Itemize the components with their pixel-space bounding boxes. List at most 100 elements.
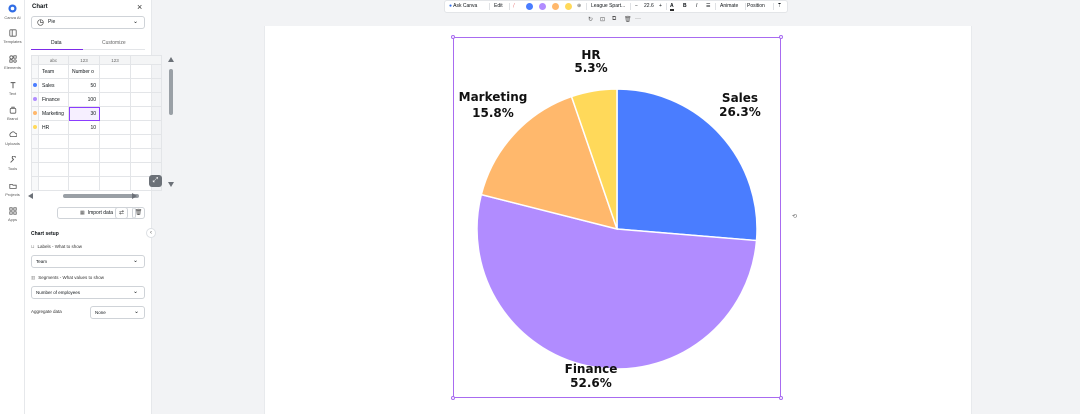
table-cell[interactable] (130, 134, 162, 149)
table-cell[interactable] (130, 148, 162, 163)
scroll-left-icon[interactable] (28, 193, 33, 199)
chart-type-select[interactable]: Pie ⌄ (31, 16, 145, 29)
tab-customize[interactable]: Customize (102, 40, 126, 46)
table-cell[interactable]: HR (38, 120, 69, 135)
ask-canva-button[interactable]: ● Ask Canva (449, 1, 477, 12)
table-cell[interactable] (130, 78, 162, 93)
labels-setting-label: ⊔ Labels - What to show (31, 244, 82, 250)
color-swatch[interactable] (526, 3, 533, 10)
table-cell[interactable] (38, 148, 69, 163)
position-button[interactable]: Position (747, 1, 765, 12)
color-swatch[interactable] (565, 3, 572, 10)
color-swatch[interactable] (539, 3, 546, 10)
table-cell[interactable] (130, 92, 162, 107)
color-swatch[interactable] (552, 3, 559, 10)
column-type-header[interactable]: 123 (68, 55, 100, 65)
table-cell[interactable] (99, 162, 131, 177)
font-size-input[interactable]: 22.6 (644, 1, 654, 12)
aggregate-select[interactable]: None ⌄ (90, 306, 145, 319)
table-cell[interactable] (99, 134, 131, 149)
slice-label: Finance (565, 362, 618, 376)
table-cell[interactable] (130, 120, 162, 135)
rail-item-text[interactable]: Text (0, 81, 25, 96)
table-cell[interactable] (68, 148, 100, 163)
table-cell[interactable]: 10 (68, 120, 100, 135)
rail-item-tools[interactable]: Tools (0, 156, 25, 171)
table-cell[interactable] (99, 120, 131, 135)
lock-icon[interactable]: ⊡ (600, 16, 605, 23)
delete-data-button[interactable]: 🗑 (132, 207, 145, 219)
close-icon[interactable]: × (137, 2, 142, 12)
rail-item-brand[interactable]: Brand (0, 106, 25, 121)
rail-item-projects[interactable]: Projects (0, 182, 25, 197)
no-color-icon[interactable]: ⧸ (513, 1, 515, 12)
rotate-handle-icon[interactable]: ⟲ (792, 213, 797, 220)
rail-item-elements[interactable]: Elements (0, 55, 25, 70)
chevron-down-icon: ⌄ (133, 309, 139, 315)
table-cell[interactable] (99, 176, 131, 191)
table-cell[interactable] (99, 92, 131, 107)
expand-table-button[interactable]: ⤢ (149, 175, 162, 187)
table-cell[interactable] (38, 176, 69, 191)
table-cell[interactable] (38, 134, 69, 149)
scroll-down-icon[interactable] (168, 182, 174, 187)
column-type-header[interactable]: abc (38, 55, 69, 65)
rotate-icon[interactable]: ↻ (588, 16, 593, 23)
edit-button[interactable]: Edit (494, 1, 503, 12)
font-size-increase-button[interactable]: + (659, 1, 662, 12)
table-cell[interactable] (99, 64, 131, 79)
table-cell[interactable]: Finance (38, 92, 69, 107)
trash-icon[interactable]: 🗑 (624, 16, 632, 23)
header-cell-team[interactable]: Team (38, 64, 69, 79)
table-cell[interactable]: Marketing (38, 106, 69, 121)
table-cell[interactable]: 100 (68, 92, 100, 107)
table-cell[interactable] (99, 78, 131, 93)
font-select[interactable]: League Spart... (591, 1, 625, 12)
duplicate-icon[interactable]: ⧉ (612, 16, 616, 23)
horizontal-scrollbar[interactable] (28, 193, 159, 199)
rail-item-uploads[interactable]: Uploads (0, 131, 25, 146)
segments-select[interactable]: Number of employees ⌄ (31, 286, 145, 299)
font-size-decrease-button[interactable]: − (635, 1, 638, 12)
italic-button[interactable]: I (696, 1, 697, 12)
rail-label: Elements (4, 65, 21, 70)
header-cell-number[interactable]: Number o (68, 64, 100, 79)
table-cell[interactable] (38, 162, 69, 177)
labels-select[interactable]: Team ⌄ (31, 255, 145, 268)
table-cell[interactable] (99, 148, 131, 163)
rail-item-templates[interactable]: Templates (0, 29, 25, 44)
table-row: Finance 100 (31, 92, 162, 107)
add-color-icon[interactable]: ⊕ (577, 1, 581, 12)
table-cell[interactable] (68, 176, 100, 191)
scroll-right-icon[interactable] (132, 193, 137, 199)
rail-item-canva-ai[interactable]: Canva AI (0, 4, 25, 20)
panel-title: Chart (32, 4, 48, 10)
tab-data[interactable]: Data (51, 40, 62, 46)
panel-tabs: Data Customize (31, 38, 145, 50)
scrollbar-thumb[interactable] (169, 69, 173, 115)
table-cell[interactable] (68, 162, 100, 177)
animate-button[interactable]: Animate (720, 1, 738, 12)
column-type-header[interactable] (130, 55, 162, 65)
text-color-icon[interactable]: A (670, 1, 674, 12)
transpose-button[interactable]: ⇄ (115, 207, 128, 219)
table-cell[interactable] (99, 106, 131, 121)
selected-table-cell[interactable]: 30 (68, 106, 100, 121)
more-icon[interactable]: ··· (635, 16, 641, 22)
list-icon[interactable]: ☰ (706, 1, 710, 12)
rail-item-apps[interactable]: Apps (0, 207, 25, 222)
vertical-scrollbar[interactable] (168, 57, 174, 187)
paint-format-icon[interactable]: ⍑ (778, 1, 781, 12)
scroll-up-icon[interactable] (168, 57, 174, 62)
bold-button[interactable]: B (683, 1, 687, 12)
collapse-panel-button[interactable]: ‹ (146, 228, 156, 238)
column-type-header[interactable]: 123 (99, 55, 131, 65)
table-cell[interactable] (130, 64, 162, 79)
table-cell[interactable]: 50 (68, 78, 100, 93)
scrollbar-thumb[interactable] (63, 194, 139, 198)
pie-chart[interactable]: HR 5.3% Sales 26.3% Marketing 15.8% Fina… (453, 37, 781, 398)
table-cell[interactable]: Sales (38, 78, 69, 93)
table-row: HR 10 (31, 120, 162, 135)
table-cell[interactable] (130, 106, 162, 121)
table-cell[interactable] (68, 134, 100, 149)
